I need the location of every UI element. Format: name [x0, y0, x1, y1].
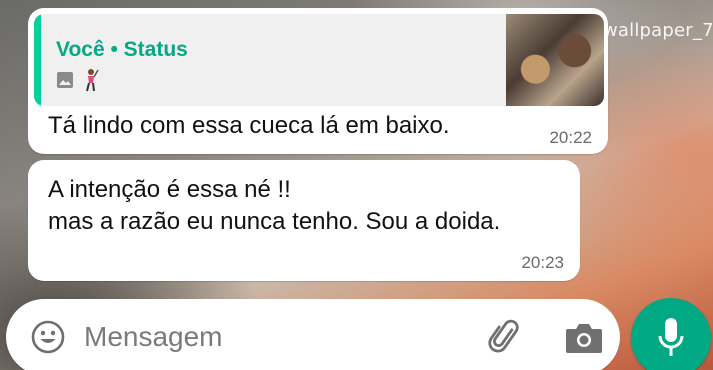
quoted-status[interactable]: Você • Status: [34, 14, 604, 106]
message-text: A intenção é essa né !! mas a razão eu n…: [48, 174, 500, 238]
quote-accent-bar: [34, 14, 41, 106]
golfer-icon: [86, 69, 99, 92]
message-line-2: mas a razão eu nunca tenho. Sou a doida.: [48, 208, 501, 235]
message-time: 20:22: [549, 128, 592, 147]
wallpaper-label: wallpaper_7: [603, 20, 713, 41]
message-input[interactable]: [84, 319, 464, 355]
status-thumbnail: [506, 14, 604, 106]
camera-icon[interactable]: [564, 319, 604, 355]
message-text: Tá lindo com essa cueca lá em baixo.: [48, 112, 450, 139]
message-composer: [6, 299, 620, 370]
emoji-icon[interactable]: [30, 319, 66, 355]
message-bubble-2[interactable]: A intenção é essa né !! mas a razão eu n…: [28, 160, 580, 281]
message-line-1: A intenção é essa né !!: [48, 176, 291, 203]
voice-message-button[interactable]: [631, 298, 711, 370]
quote-media-icons: [56, 68, 100, 92]
message-bubble-1[interactable]: Você • Status Tá lindo com essa cueca lá…: [28, 8, 608, 154]
message-time: 20:23: [521, 253, 564, 272]
image-icon: [57, 72, 73, 88]
quote-author: Você • Status: [56, 38, 188, 61]
mic-icon: [658, 318, 684, 356]
attach-clip-icon[interactable]: [486, 317, 526, 357]
